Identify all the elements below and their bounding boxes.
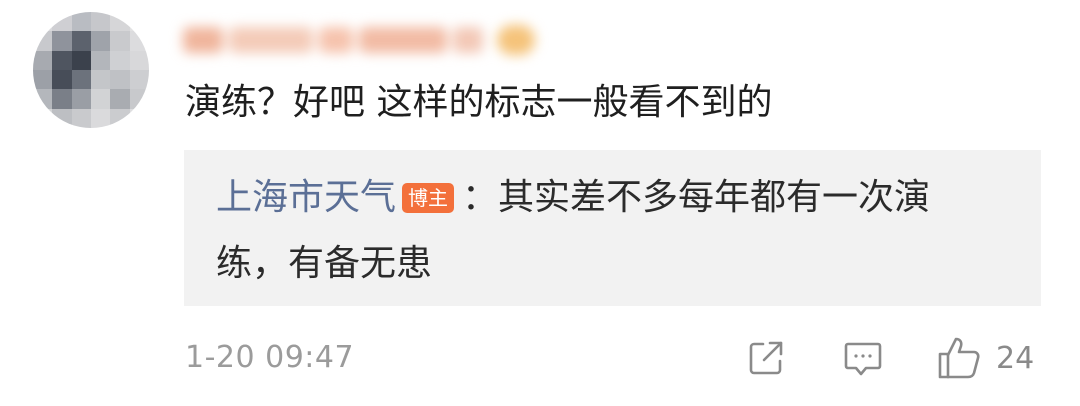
reply-text-line1: 其实差不多每年都有一次演 [498,177,931,218]
username-blurred[interactable] [183,22,535,58]
share-button[interactable] [746,334,792,382]
like-count: 24 [996,340,1035,376]
reply-line-1: 上海市天气 博主 ：其实差不多每年都有一次演 [216,170,930,226]
share-icon [749,341,783,375]
comment-icon [844,342,882,376]
reply-text-line2: 练，有备无患 [216,243,433,284]
reply-author[interactable]: 上海市天气 [216,177,396,218]
reply-line-2: 练，有备无患 [216,236,432,292]
reply-button[interactable] [842,334,886,382]
timestamp: 1-20 09:47 [185,340,355,375]
thumbs-up-icon [938,337,980,379]
reply-box[interactable]: 上海市天气 博主 ：其实差不多每年都有一次演 练，有备无患 [184,150,1041,306]
reply-separator: ： [462,177,499,218]
avatar[interactable] [33,12,149,128]
host-badge: 博主 [402,183,455,213]
like-button[interactable]: 24 [936,334,1034,382]
comment-text: 演练？好吧 这样的标志一般看不到的 [185,82,773,123]
vip-badge-icon [497,25,535,55]
